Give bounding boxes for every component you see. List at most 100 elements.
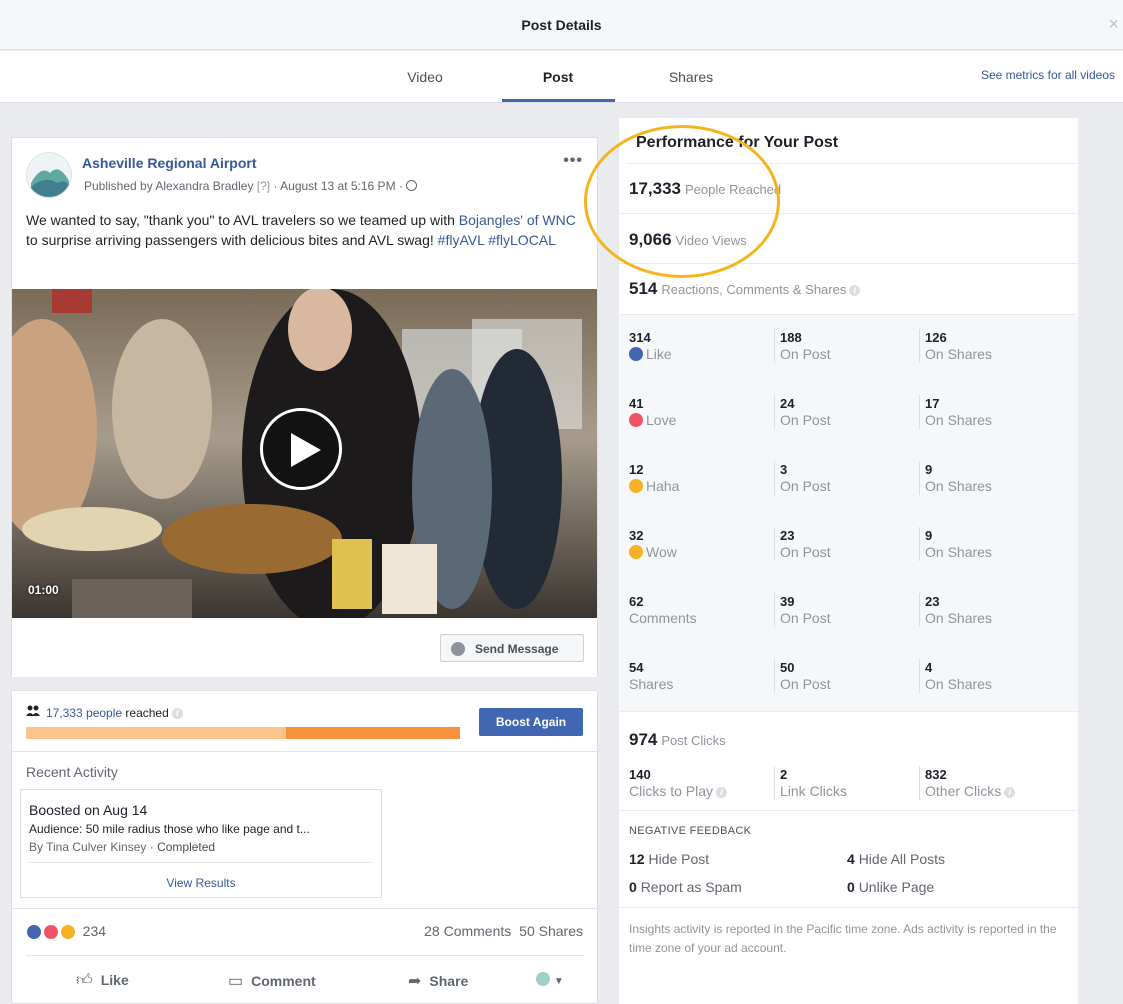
post-date[interactable]: · August 13 at 5:16 PM ·	[273, 179, 402, 193]
people-reached-label: People Reached	[685, 182, 782, 197]
other-clicks-value: 832	[925, 767, 947, 782]
share-icon: ➦	[408, 973, 422, 990]
breakdown-total-cell: 12 Haha	[629, 461, 679, 495]
breakdown-on-post-label: On Post	[780, 544, 831, 560]
hide-all-posts-label: Hide All Posts	[858, 851, 946, 867]
report-spam-value: 0	[629, 879, 637, 895]
breakdown-on-post-label: On Post	[780, 346, 831, 362]
breakdown-on-post-cell: 50 On Post	[774, 659, 831, 693]
play-icon[interactable]	[260, 408, 342, 490]
breakdown-total-value: 54	[629, 660, 644, 675]
rcs-value: 514	[629, 279, 658, 298]
people-reached-metric: 17,333 People Reached	[629, 179, 781, 199]
chevron-down-icon: ▼	[553, 976, 564, 987]
breakdown-on-shares-value: 9	[925, 462, 933, 477]
hide-all-posts-value: 4	[847, 851, 855, 867]
unlike-page-label: Unlike Page	[858, 879, 935, 895]
info-icon[interactable]: i	[716, 786, 728, 798]
globe-icon	[406, 180, 418, 191]
divider	[627, 163, 1077, 164]
breakdown-on-shares-cell: 23 On Shares	[919, 593, 992, 627]
divider	[619, 907, 1078, 908]
performance-panel: Performance for Your Post 17,333 People R…	[619, 118, 1078, 1004]
breakdown-on-shares-value: 9	[925, 528, 933, 543]
mention-link[interactable]: Bojangles' of WNC	[459, 212, 576, 228]
breakdown-label: Haha	[646, 478, 680, 494]
divider	[619, 213, 1078, 214]
thumbs-up-icon: 👍︎	[76, 972, 93, 989]
rcs-metric: 514 Reactions, Comments & Shares i	[629, 279, 861, 299]
divider	[619, 810, 1078, 811]
unlike-page-value: 0	[847, 879, 855, 895]
tab-shares[interactable]: Shares	[659, 69, 723, 85]
breakdown-label: Wow	[646, 544, 677, 560]
divider	[619, 263, 1078, 264]
comment-button[interactable]: ▭ Comment	[228, 971, 316, 991]
post-message: We wanted to say, "thank you" to AVL tra…	[26, 210, 586, 250]
info-icon[interactable]: i	[849, 285, 861, 297]
breakdown-total-value: 62	[629, 594, 644, 609]
breakdown-on-shares-cell: 126 On Shares	[919, 329, 992, 363]
tab-video[interactable]: Video	[397, 69, 453, 85]
more-options-icon[interactable]: •••	[563, 152, 583, 170]
breakdown-on-shares-label: On Shares	[925, 544, 992, 560]
post-as-selector[interactable]: ▼	[536, 971, 564, 987]
love-icon	[629, 413, 643, 427]
post-clicks-metric: 974 Post Clicks	[629, 730, 726, 750]
breakdown-total-cell: 41 Love	[629, 395, 676, 429]
page-avatar[interactable]	[26, 152, 72, 198]
divider	[12, 751, 597, 752]
breakdown-on-shares-label: On Shares	[925, 676, 992, 692]
breakdown-label: Like	[646, 346, 672, 362]
video-views-value: 9,066	[629, 230, 672, 249]
comments-count-link[interactable]: 28 Comments	[424, 923, 511, 939]
dialog-header: Post Details ×	[0, 0, 1123, 50]
see-metrics-link[interactable]: See metrics for all videos	[981, 68, 1115, 82]
breakdown-on-shares-label: On Shares	[925, 610, 992, 626]
hashtag-links[interactable]: #flyAVL #flyLOCAL	[438, 232, 556, 248]
view-results-link[interactable]: View Results	[21, 876, 381, 890]
tab-post[interactable]: Post	[530, 69, 586, 85]
breakdown-on-post-label: On Post	[780, 610, 831, 626]
like-button[interactable]: 👍︎ Like	[76, 971, 129, 990]
messenger-icon	[451, 642, 465, 656]
breakdown-on-shares-label: On Shares	[925, 346, 992, 362]
breakdown-on-shares-label: On Shares	[925, 478, 992, 494]
hide-post-stat: 12 Hide Post	[629, 851, 709, 867]
people-reached-value: 17,333	[629, 179, 681, 198]
reach-card: 17,333 people reached i Boost Again Recen…	[11, 690, 598, 1004]
divider	[26, 955, 584, 956]
breakdown-on-shares-cell: 9 On Shares	[919, 527, 992, 561]
divider	[12, 908, 597, 909]
close-icon[interactable]: ×	[1108, 14, 1119, 35]
shares-count-link[interactable]: 50 Shares	[519, 923, 583, 939]
like-reaction-icon	[26, 924, 42, 941]
breakdown-total-value: 314	[629, 330, 651, 345]
breakdown-on-post-label: On Post	[780, 478, 831, 494]
share-button[interactable]: ➦ Share	[408, 971, 468, 991]
breakdown-total-cell: 62 Comments	[629, 593, 697, 627]
people-reached-link[interactable]: 17,333 people	[46, 706, 122, 720]
hide-post-value: 12	[629, 851, 645, 867]
breakdown-total-value: 41	[629, 396, 644, 411]
link-clicks-label: Link Clicks	[780, 783, 847, 799]
breakdown-on-post-label: On Post	[780, 676, 831, 692]
breakdown-on-post-value: 3	[780, 462, 788, 477]
breakdown-on-post-value: 24	[780, 396, 795, 411]
rcs-label: Reactions, Comments & Shares	[661, 282, 847, 297]
performance-title: Performance for Your Post	[636, 134, 839, 151]
post-clicks-value: 974	[629, 730, 658, 749]
reaction-summary[interactable]: 234	[26, 923, 106, 941]
breakdown-on-shares-cell: 9 On Shares	[919, 461, 992, 495]
send-message-button[interactable]: Send Message	[440, 634, 584, 662]
breakdown-total-value: 12	[629, 462, 644, 477]
page-name-link[interactable]: Asheville Regional Airport	[82, 155, 257, 171]
breakdown-on-post-label: On Post	[780, 412, 831, 428]
reached-suffix: reached	[122, 706, 169, 720]
help-marker[interactable]: [?]	[257, 179, 270, 193]
info-icon[interactable]: i	[1004, 786, 1016, 798]
boost-again-button[interactable]: Boost Again	[479, 708, 583, 736]
video-player[interactable]: 01:00	[12, 289, 597, 618]
breakdown-on-shares-label: On Shares	[925, 412, 992, 428]
info-icon[interactable]: i	[171, 708, 183, 720]
